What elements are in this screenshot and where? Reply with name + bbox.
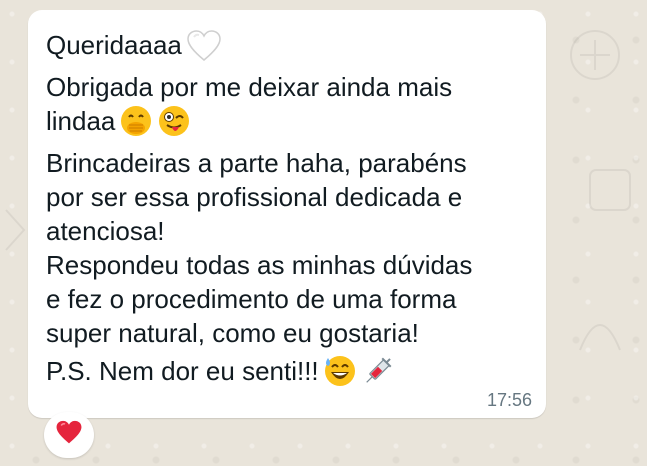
message-line: super natural, como eu gostaria! bbox=[46, 318, 419, 348]
winking-face-with-tongue-icon bbox=[157, 104, 191, 146]
wallpaper-doodle bbox=[589, 169, 631, 211]
syringe-icon bbox=[361, 354, 395, 396]
message-line: Brincadeiras a parte haha, parabéns bbox=[46, 148, 467, 178]
message-line: lindaa bbox=[46, 104, 516, 146]
message-bubble[interactable]: Queridaaaa Obrigada por me deixar ainda … bbox=[28, 10, 546, 418]
message-line: por ser essa profissional dedicada e bbox=[46, 182, 463, 212]
message-line: Respondeu todas as minhas dúvidas bbox=[46, 250, 473, 280]
message-line: e fez o procedimento de uma forma bbox=[46, 284, 457, 314]
wallpaper-doodle bbox=[5, 209, 26, 251]
message-timestamp: 17:56 bbox=[486, 390, 532, 410]
wallpaper-doodle bbox=[570, 30, 620, 80]
message-line: Obrigada por me deixar ainda mais bbox=[46, 72, 453, 102]
message-line: P.S. Nem dor eu senti!!! bbox=[46, 354, 516, 396]
reaction-badge[interactable] bbox=[44, 412, 94, 458]
red-heart-icon bbox=[55, 420, 83, 450]
message-line: atenciosa! bbox=[46, 216, 165, 246]
grinning-face-with-sweat-icon bbox=[323, 354, 357, 396]
wallpaper-doodle bbox=[579, 324, 621, 351]
face-with-hand-over-mouth-icon bbox=[119, 104, 153, 146]
white-heart-icon bbox=[186, 30, 222, 70]
message-text: Queridaaaa Obrigada por me deixar ainda … bbox=[46, 28, 516, 396]
message-line: Queridaaaa bbox=[46, 28, 516, 70]
